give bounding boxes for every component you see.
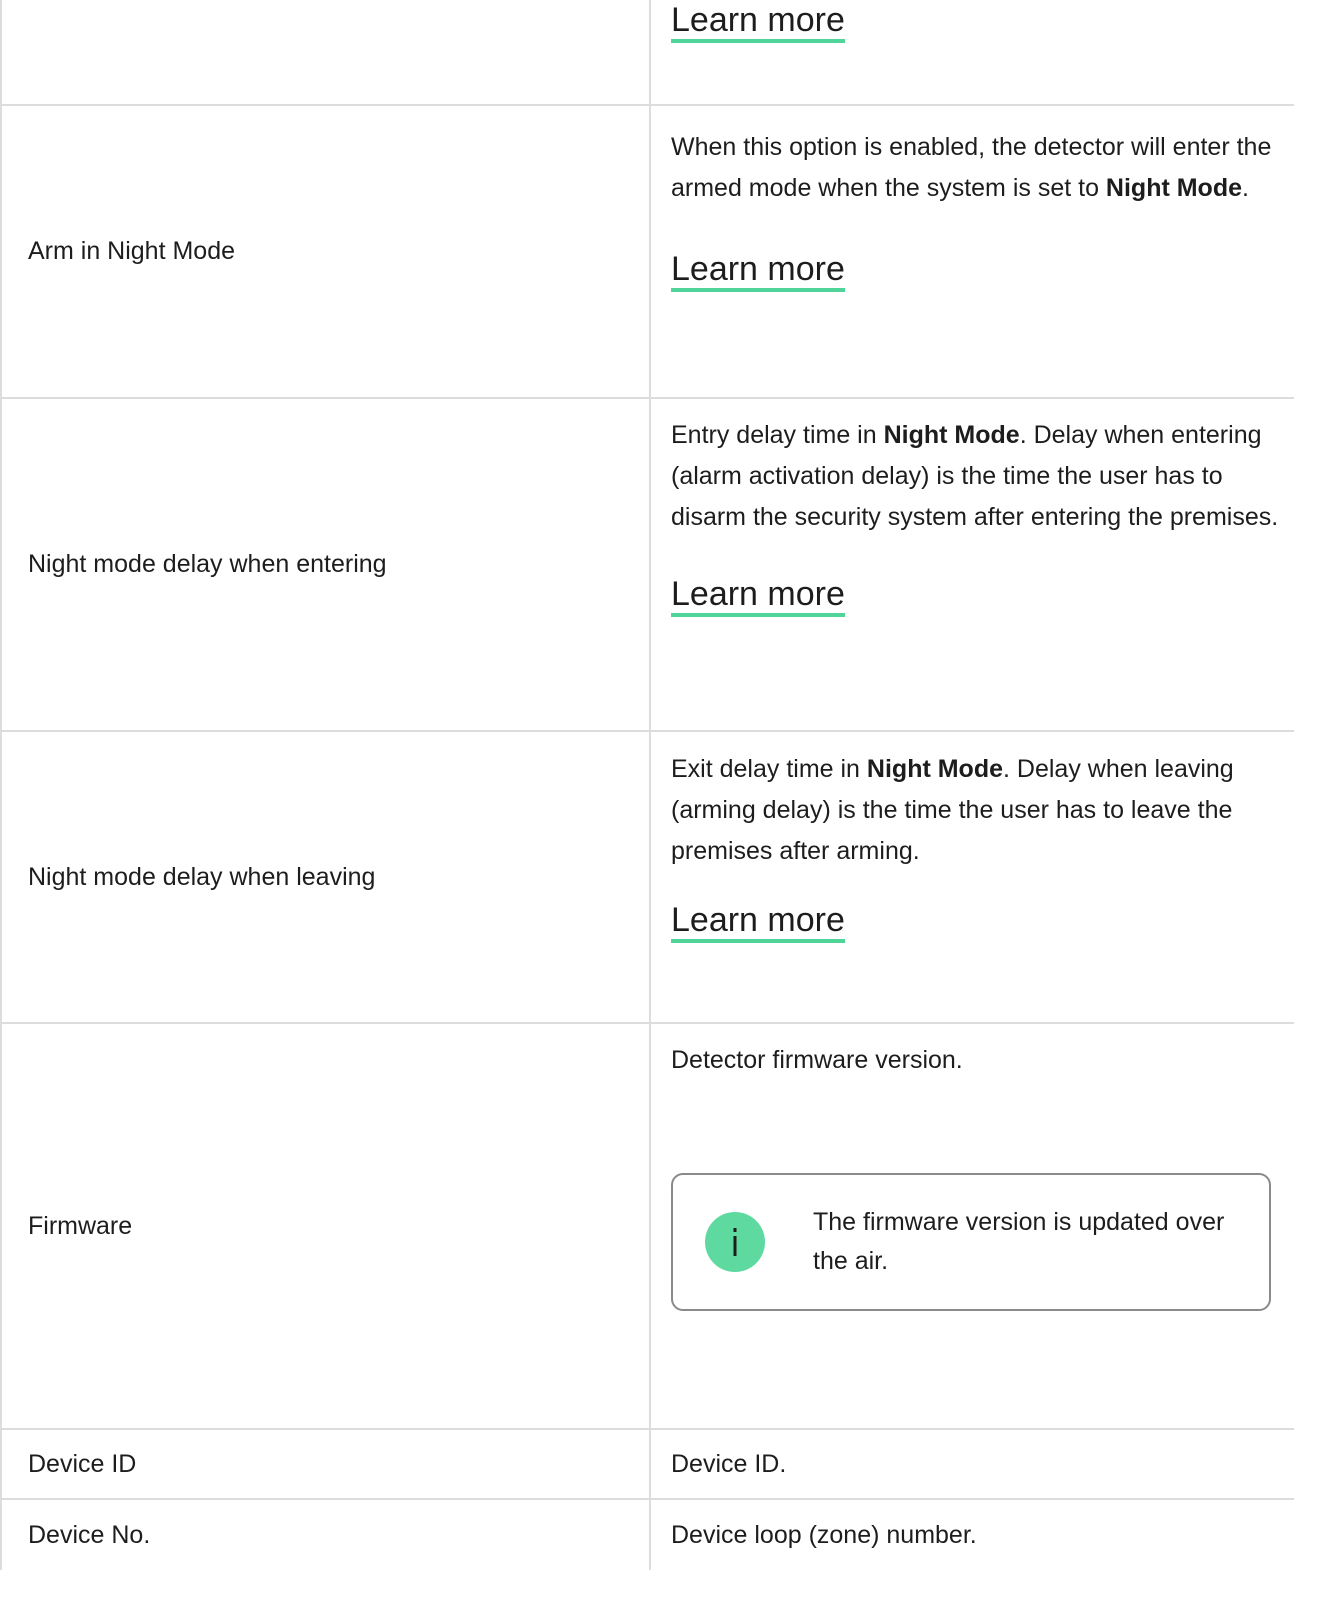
setting-name: Firmware (28, 1211, 133, 1240)
table-row: Night mode delay when leaving Exit delay… (2, 732, 1294, 1024)
night-mode-term: Night Mode (883, 421, 1020, 449)
setting-description: Detector firmware version. (671, 1046, 963, 1074)
setting-name-cell (2, 0, 651, 104)
setting-description-cell: Learn more (651, 0, 1294, 104)
setting-description-cell: Entry delay time in Night Mode. Delay wh… (651, 399, 1294, 730)
setting-description: When this option is enabled, the detecto… (671, 133, 1272, 202)
setting-description-cell: Detector firmware version. The firmware … (651, 1024, 1294, 1428)
setting-description-cell: Device ID. (651, 1430, 1294, 1498)
table-row: Device No. Device loop (zone) number. (2, 1500, 1294, 1570)
setting-name-cell: Night mode delay when entering (2, 399, 651, 730)
setting-name-cell: Device No. (2, 1500, 651, 1570)
setting-description-cell: Device loop (zone) number. (651, 1500, 1294, 1570)
table-row: Device ID Device ID. (2, 1430, 1294, 1500)
night-mode-term: Night Mode (866, 755, 1004, 783)
setting-name: Arm in Night Mode (28, 237, 236, 266)
setting-description: Exit delay time in Night Mode. Delay whe… (671, 755, 1234, 865)
settings-table: Learn more Arm in Night Mode When this o… (0, 0, 1294, 1570)
info-notice: The firmware version is updated over the… (671, 1173, 1271, 1311)
learn-more-link[interactable]: Learn more (671, 901, 845, 944)
table-row: Firmware Detector firmware version. The … (2, 1024, 1294, 1430)
learn-more-link[interactable]: Learn more (671, 1, 845, 44)
setting-description: Device ID. (671, 1449, 787, 1478)
table-row: Learn more (2, 0, 1294, 106)
setting-name: Night mode delay when entering (28, 550, 387, 579)
setting-name: Device No. (28, 1520, 151, 1549)
setting-name: Night mode delay when leaving (28, 862, 376, 891)
night-mode-term: Night Mode (1105, 174, 1243, 202)
setting-name-cell: Night mode delay when leaving (2, 732, 651, 1022)
setting-description: Device loop (zone) number. (671, 1520, 977, 1549)
learn-more-link[interactable]: Learn more (671, 575, 845, 618)
setting-name: Device ID (28, 1449, 137, 1478)
setting-name-cell: Arm in Night Mode (2, 106, 651, 397)
table-row: Night mode delay when entering Entry del… (2, 399, 1294, 732)
setting-description-cell: When this option is enabled, the detecto… (651, 106, 1294, 397)
learn-more-link[interactable]: Learn more (671, 250, 845, 293)
notice-text: The firmware version is updated over the… (813, 1208, 1225, 1275)
setting-name-cell: Device ID (2, 1430, 651, 1498)
table-row: Arm in Night Mode When this option is en… (2, 106, 1294, 399)
setting-description-cell: Exit delay time in Night Mode. Delay whe… (651, 732, 1294, 1022)
setting-name-cell: Firmware (2, 1024, 651, 1428)
info-icon (705, 1212, 765, 1272)
setting-description: Entry delay time in Night Mode. Delay wh… (671, 421, 1279, 531)
